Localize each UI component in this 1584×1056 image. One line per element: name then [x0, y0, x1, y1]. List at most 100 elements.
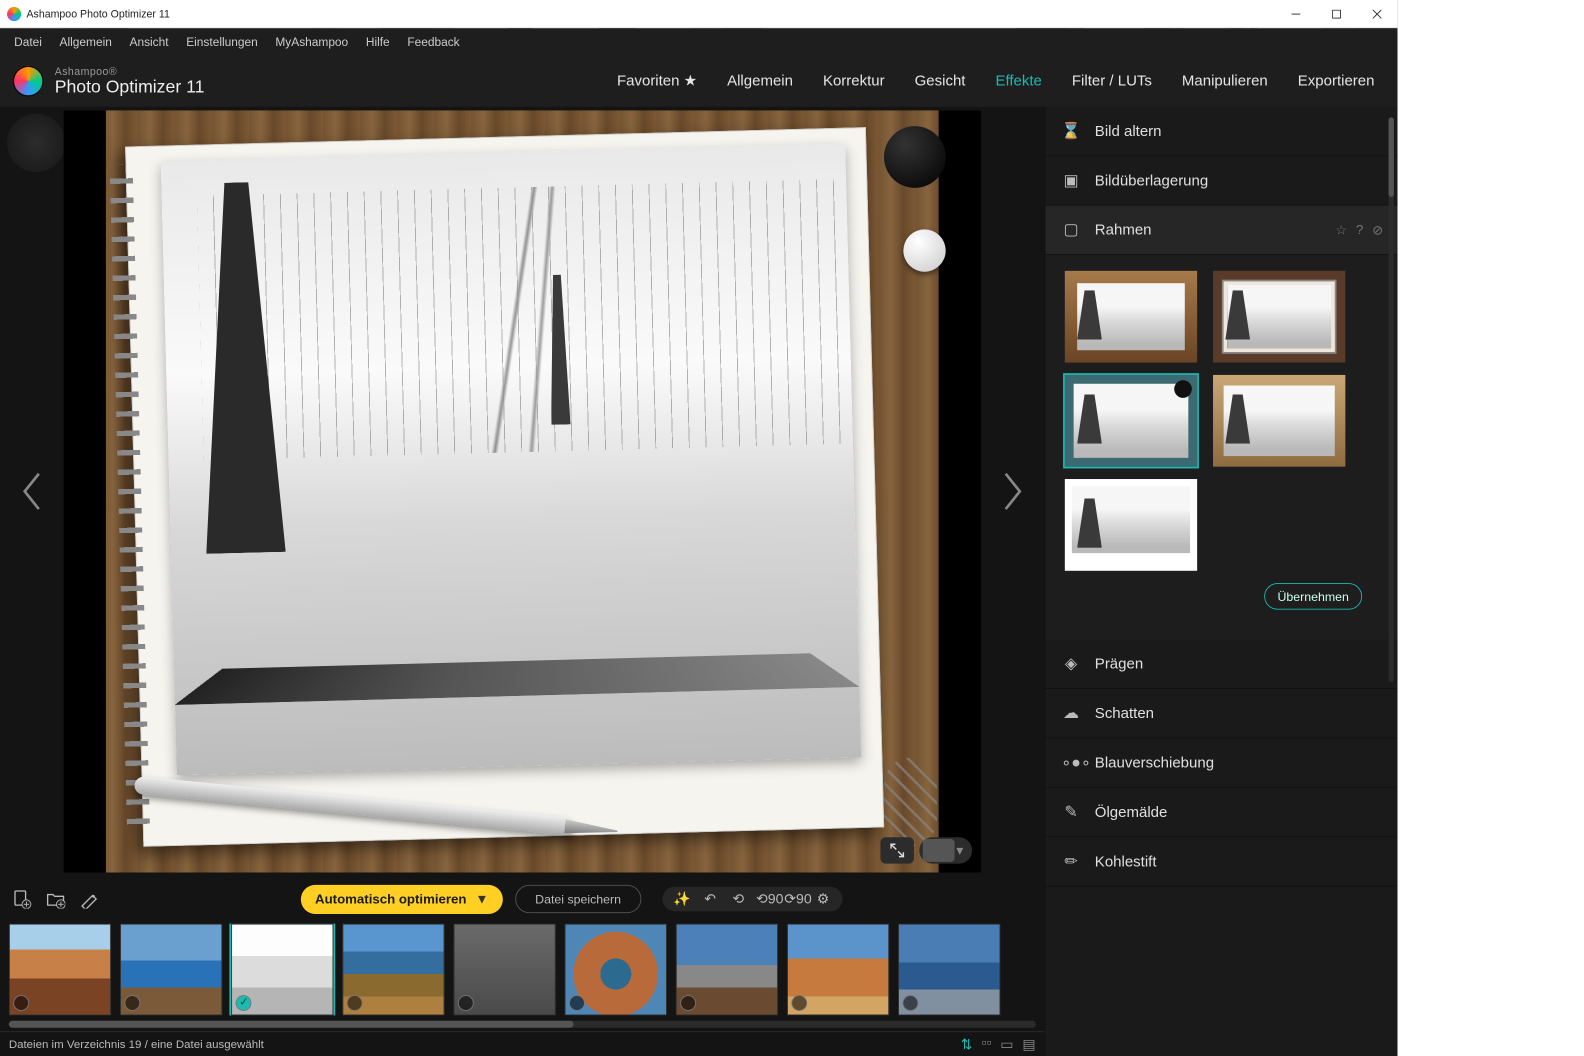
dots-icon: ∘●∘ — [1061, 753, 1080, 772]
panel-scrollbar[interactable] — [1389, 117, 1394, 682]
tab-manipulieren[interactable]: Manipulieren — [1180, 67, 1269, 95]
window-close-button[interactable] — [1357, 0, 1398, 28]
grid-small-icon[interactable]: ▫▫ — [981, 1035, 991, 1053]
auto-optimize-button[interactable]: Automatisch optimieren ▼ — [301, 884, 503, 913]
sort-icon[interactable]: ⇅ — [961, 1035, 973, 1053]
effect-label: Schatten — [1095, 704, 1154, 722]
brand-line1: Ashampoo® — [55, 65, 205, 77]
window-titlebar: Ashampoo Photo Optimizer 11 — [0, 0, 1397, 28]
save-file-label: Datei speichern — [535, 892, 621, 906]
emboss-icon: ◈ — [1061, 655, 1080, 674]
app-icon — [7, 7, 21, 21]
window-title: Ashampoo Photo Optimizer 11 — [26, 7, 169, 19]
frame-preset[interactable] — [1065, 271, 1197, 363]
effect-label: Ölgemälde — [1095, 803, 1168, 821]
effect-schatten[interactable]: ☁ Schatten — [1045, 689, 1397, 738]
menu-datei[interactable]: Datei — [5, 32, 50, 52]
chevron-down-icon[interactable]: ▼ — [475, 891, 488, 906]
menu-feedback[interactable]: Feedback — [398, 32, 468, 52]
tab-filter-luts[interactable]: Filter / LUTs — [1070, 67, 1154, 95]
window-minimize-button[interactable] — [1276, 0, 1317, 28]
tab-exportieren[interactable]: Exportieren — [1296, 67, 1376, 95]
compare-view-button[interactable]: ▾ — [919, 837, 972, 863]
rotate-left-icon[interactable]: ⟲90 — [756, 890, 777, 908]
filmstrip-thumb[interactable] — [342, 924, 444, 1016]
next-image-button[interactable] — [981, 107, 1045, 876]
app-header: Ashampoo® Photo Optimizer 11 Favoriten ★… — [0, 56, 1397, 107]
tab-favoriten[interactable]: Favoriten ★ — [615, 67, 699, 95]
filmstrip-thumb[interactable] — [787, 924, 889, 1016]
undo-all-icon[interactable]: ⟲ — [728, 890, 749, 908]
filmstrip-thumb[interactable] — [898, 924, 1000, 1016]
auto-optimize-label: Automatisch optimieren — [315, 891, 466, 906]
frame-preset[interactable] — [1213, 271, 1345, 363]
cloud-icon: ☁ — [1061, 704, 1080, 723]
effects-panel: ⌛ Bild altern ▣ Bildüberlagerung ▢ Rahme… — [1045, 107, 1398, 1056]
filmstrip-scrollbar[interactable] — [9, 1021, 1036, 1028]
frame-preset[interactable] — [1065, 375, 1197, 467]
effect-rahmen[interactable]: ▢ Rahmen ☆ ? ⊘ — [1045, 206, 1397, 255]
overlay-icon: ▣ — [1061, 171, 1080, 190]
menu-allgemein[interactable]: Allgemein — [51, 32, 121, 52]
tab-allgemein[interactable]: Allgemein — [725, 67, 794, 95]
filmstrip-thumb[interactable] — [565, 924, 667, 1016]
effect-bildueberlagerung[interactable]: ▣ Bildüberlagerung — [1045, 156, 1397, 205]
filmstrip-thumb[interactable] — [120, 924, 222, 1016]
effect-praegen[interactable]: ◈ Prägen — [1045, 640, 1397, 689]
main-tabs: Favoriten ★ Allgemein Korrektur Gesicht … — [615, 67, 1376, 95]
prev-image-button[interactable] — [0, 107, 64, 876]
rotate-right-icon[interactable]: ⟳90 — [784, 890, 805, 908]
menu-einstellungen[interactable]: Einstellungen — [177, 32, 266, 52]
frame-preset[interactable] — [1065, 479, 1197, 571]
effect-label: Rahmen — [1095, 221, 1152, 239]
add-file-icon[interactable] — [12, 889, 31, 908]
filmstrip-thumb[interactable] — [231, 924, 333, 1016]
pan-joystick[interactable] — [7, 114, 65, 172]
add-folder-icon[interactable] — [46, 889, 65, 908]
filmstrip[interactable] — [9, 924, 1036, 1016]
image-canvas[interactable]: ▾ — [64, 110, 981, 872]
reset-icon[interactable]: ⊘ — [1372, 222, 1383, 238]
help-icon[interactable]: ? — [1356, 222, 1363, 238]
menu-bar: Datei Allgemein Ansicht Einstellungen My… — [0, 28, 1397, 55]
pencil-icon: ✏ — [1061, 852, 1080, 871]
window-maximize-button[interactable] — [1316, 0, 1357, 28]
effect-bild-altern[interactable]: ⌛ Bild altern — [1045, 107, 1397, 156]
action-toolbar: Automatisch optimieren ▼ Datei speichern… — [0, 876, 1045, 922]
frame-preset[interactable] — [1213, 375, 1345, 467]
effect-blauverschiebung[interactable]: ∘●∘ Blauverschiebung — [1045, 738, 1397, 787]
status-bar: Dateien im Verzeichnis 19 / eine Datei a… — [0, 1031, 1045, 1056]
frame-presets: Übernehmen — [1045, 255, 1397, 640]
magic-wand-icon[interactable]: ✨ — [671, 890, 692, 908]
menu-hilfe[interactable]: Hilfe — [357, 32, 398, 52]
tab-gesicht[interactable]: Gesicht — [913, 67, 967, 95]
effect-label: Blauverschiebung — [1095, 754, 1214, 772]
star-icon[interactable]: ☆ — [1335, 222, 1347, 238]
tab-korrektur[interactable]: Korrektur — [821, 67, 886, 95]
hourglass-icon: ⌛ — [1061, 122, 1080, 141]
save-file-button[interactable]: Datei speichern — [515, 885, 641, 913]
filmstrip-thumb[interactable] — [453, 924, 555, 1016]
gear-icon[interactable]: ⚙ — [812, 890, 833, 908]
grid-large-icon[interactable]: ▭ — [1000, 1035, 1013, 1053]
brush-icon: ✎ — [1061, 803, 1080, 822]
undo-icon[interactable]: ↶ — [700, 890, 721, 908]
list-icon[interactable]: ▤ — [1022, 1035, 1035, 1053]
filmstrip-thumb[interactable] — [9, 924, 111, 1016]
fullscreen-button[interactable] — [880, 837, 914, 863]
history-toolbar: ✨ ↶ ⟲ ⟲90 ⟳90 ⚙ — [662, 887, 842, 912]
effect-label: Prägen — [1095, 655, 1143, 673]
frame-icon: ▢ — [1061, 221, 1080, 240]
menu-myashampoo[interactable]: MyAshampoo — [267, 32, 357, 52]
tag-icon[interactable] — [79, 889, 98, 908]
effect-kohlestift[interactable]: ✏ Kohlestift — [1045, 837, 1397, 886]
tab-effekte[interactable]: Effekte — [994, 67, 1044, 95]
menu-ansicht[interactable]: Ansicht — [121, 32, 178, 52]
brand-icon — [12, 65, 44, 97]
effect-oelgemaelde[interactable]: ✎ Ölgemälde — [1045, 788, 1397, 837]
apply-button[interactable]: Übernehmen — [1264, 583, 1362, 609]
filmstrip-thumb[interactable] — [676, 924, 778, 1016]
effect-label: Bild altern — [1095, 122, 1162, 140]
apply-label: Übernehmen — [1277, 589, 1348, 603]
effect-label: Bildüberlagerung — [1095, 172, 1208, 190]
